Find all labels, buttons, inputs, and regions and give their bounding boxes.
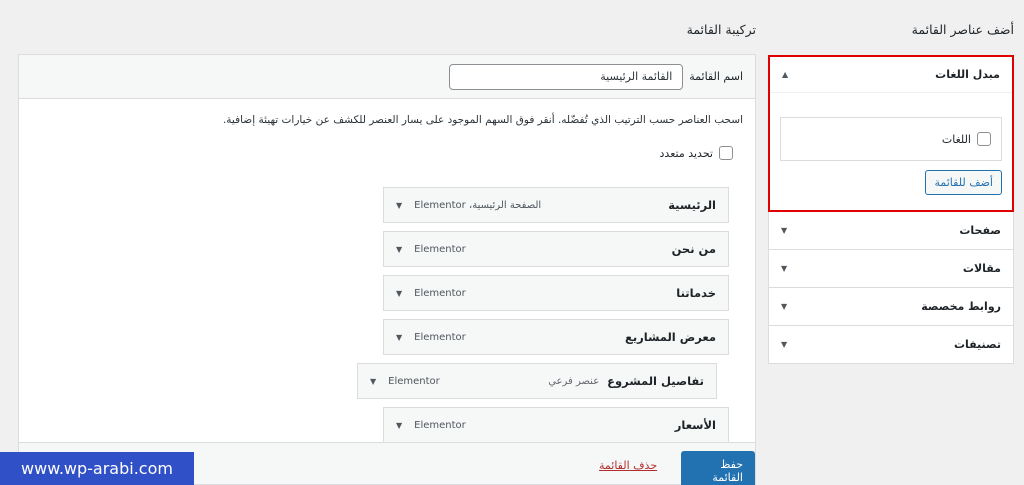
add-menu-items-accordion: مبدل اللغات ▲ اللغات أضف للقائمة صفحات ▼… <box>768 55 1014 364</box>
menu-item-title: من نحن <box>671 242 716 256</box>
menu-item[interactable]: من نحن Elementor ▼ <box>383 231 729 267</box>
expand-arrow-icon[interactable]: ▼ <box>781 302 787 311</box>
section-title: صفحات <box>959 224 1001 237</box>
item-options-arrow-icon[interactable]: ▼ <box>396 289 402 298</box>
menu-item-type: Elementor <box>414 419 466 431</box>
menu-item-type: Elementor <box>388 375 440 387</box>
expand-arrow-icon[interactable]: ▼ <box>781 340 787 349</box>
menu-item-type: Elementor <box>414 331 466 343</box>
item-options-arrow-icon[interactable]: ▼ <box>396 245 402 254</box>
bulk-select-label: تحديد متعدد <box>659 146 713 160</box>
language-options-box: اللغات <box>780 117 1002 161</box>
menu-name-label: اسم القائمة <box>689 70 743 83</box>
menu-item[interactable]: الرئيسية الصفحة الرئيسية، Elementor ▼ <box>383 187 729 223</box>
menu-item[interactable]: معرض المشاريع Elementor ▼ <box>383 319 729 355</box>
menu-item-title: الأسعار <box>674 418 716 432</box>
section-title: مبدل اللغات <box>935 68 1000 81</box>
menu-item-type: Elementor <box>414 287 466 299</box>
item-options-arrow-icon[interactable]: ▼ <box>396 201 402 210</box>
section-title: مقالات <box>962 262 1001 275</box>
language-switcher-header[interactable]: مبدل اللغات ▲ <box>770 57 1012 93</box>
menu-item-type: Elementor <box>414 243 466 255</box>
pages-section: صفحات ▼ <box>769 212 1013 250</box>
section-title: تصنيفات <box>953 338 1001 351</box>
item-options-arrow-icon[interactable]: ▼ <box>396 421 402 430</box>
menu-item-title: تفاصيل المشروع <box>607 374 704 388</box>
pages-section-header[interactable]: صفحات ▼ <box>769 212 1013 249</box>
menu-name-input[interactable]: القائمة الرئيسية <box>449 63 684 90</box>
menu-item-title: خدماتنا <box>676 286 716 300</box>
menu-structure-heading: تركيبة القائمة <box>686 22 756 37</box>
menu-item-title: معرض المشاريع <box>624 330 716 344</box>
save-menu-button[interactable]: حفظ القائمة <box>681 451 755 485</box>
languages-checkbox-label: اللغات <box>941 132 971 146</box>
section-title: روابط مخصصة <box>921 300 1001 313</box>
menu-name-bar: اسم القائمة القائمة الرئيسية <box>19 55 755 99</box>
categories-section: تصنيفات ▼ <box>769 326 1013 363</box>
sub-item-badge: عنصر فرعي <box>548 375 600 387</box>
menu-item-title: الرئيسية <box>668 198 716 212</box>
bulk-select-checkbox[interactable] <box>719 146 733 160</box>
expand-arrow-icon[interactable]: ▼ <box>781 226 787 235</box>
item-options-arrow-icon[interactable]: ▼ <box>396 333 402 342</box>
add-to-menu-button[interactable]: أضف للقائمة <box>925 170 1002 195</box>
custom-links-section-header[interactable]: روابط مخصصة ▼ <box>769 288 1013 325</box>
menu-item[interactable]: الأسعار Elementor ▼ <box>383 407 729 443</box>
languages-checkbox[interactable] <box>977 132 991 146</box>
collapse-arrow-icon[interactable]: ▲ <box>782 70 788 79</box>
add-menu-items-heading: أضف عناصر القائمة <box>911 22 1014 37</box>
posts-section: مقالات ▼ <box>769 250 1013 288</box>
drag-instructions: اسحب العناصر حسب الترتيب الذي تُفضّله. أ… <box>222 114 743 126</box>
posts-section-header[interactable]: مقالات ▼ <box>769 250 1013 287</box>
menu-item[interactable]: خدماتنا Elementor ▼ <box>383 275 729 311</box>
categories-section-header[interactable]: تصنيفات ▼ <box>769 326 1013 363</box>
sub-menu-item[interactable]: تفاصيل المشروع عنصر فرعي Elementor ▼ <box>357 363 717 399</box>
expand-arrow-icon[interactable]: ▼ <box>781 264 787 273</box>
language-switcher-section: مبدل اللغات ▲ اللغات أضف للقائمة <box>768 55 1014 212</box>
bulk-select[interactable]: تحديد متعدد <box>660 146 733 160</box>
menu-item-type: الصفحة الرئيسية، Elementor <box>414 199 542 211</box>
delete-menu-link[interactable]: حذف القائمة <box>599 459 657 472</box>
watermark-logo: www.wp-arabi.com <box>0 452 194 485</box>
menu-structure-panel: اسم القائمة القائمة الرئيسية اسحب العناص… <box>18 54 756 485</box>
item-options-arrow-icon[interactable]: ▼ <box>370 377 376 386</box>
custom-links-section: روابط مخصصة ▼ <box>769 288 1013 326</box>
